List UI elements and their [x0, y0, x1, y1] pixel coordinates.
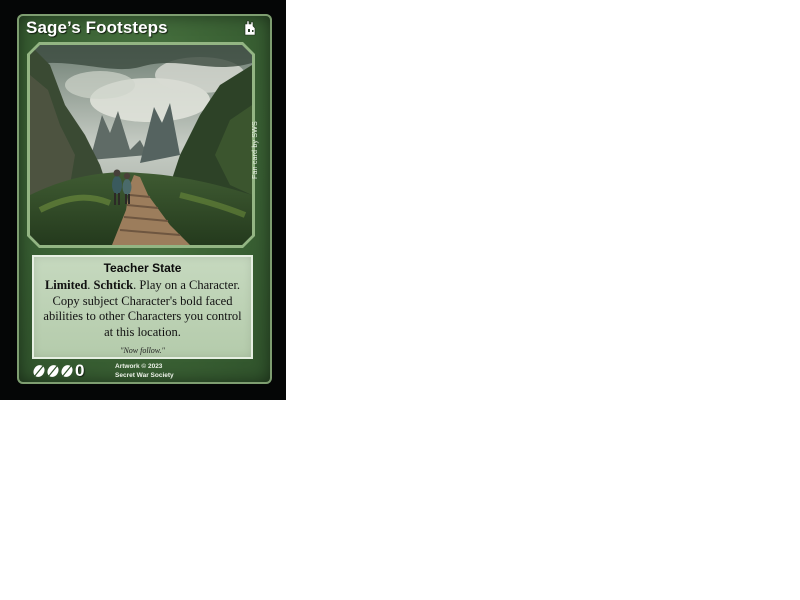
rules-text: Limited. Schtick. Play on a Character. C…: [43, 278, 242, 339]
keyword-schtick: Schtick: [93, 278, 134, 292]
rules-line-1: Play on a Character.: [139, 278, 241, 292]
keyword-limited: Limited: [44, 278, 88, 292]
card-title: Sage’s Footsteps: [26, 18, 168, 37]
credit-line-2: Secret War Society: [115, 372, 174, 379]
cost-value: 0: [75, 361, 85, 380]
flavor-text: "Now follow.": [120, 346, 165, 355]
game-card[interactable]: Sage’s Footsteps Fan card by SWS Teacher…: [17, 14, 272, 384]
rules-text-box: Teacher State Limited. Schtick. Play on …: [32, 255, 253, 359]
feather-icon: [33, 365, 45, 378]
artwork-credit: Artwork © 2023 Secret War Society: [115, 362, 174, 380]
rules-line-2: Copy subject Character's bold faced abil…: [43, 293, 242, 339]
art-frame: [27, 42, 255, 248]
ability-name: Teacher State: [103, 261, 182, 275]
feather-icon: [47, 365, 59, 378]
card-artwork: [30, 45, 252, 245]
card-border: Sage’s Footsteps Fan card by SWS Teacher…: [0, 0, 286, 400]
feather-icon: [61, 365, 73, 378]
credit-line-1: Artwork © 2023: [115, 363, 163, 370]
fan-card-credit: Fan card by SWS: [252, 121, 259, 179]
card-cost: 0: [32, 361, 85, 380]
tower-icon: [244, 20, 256, 36]
